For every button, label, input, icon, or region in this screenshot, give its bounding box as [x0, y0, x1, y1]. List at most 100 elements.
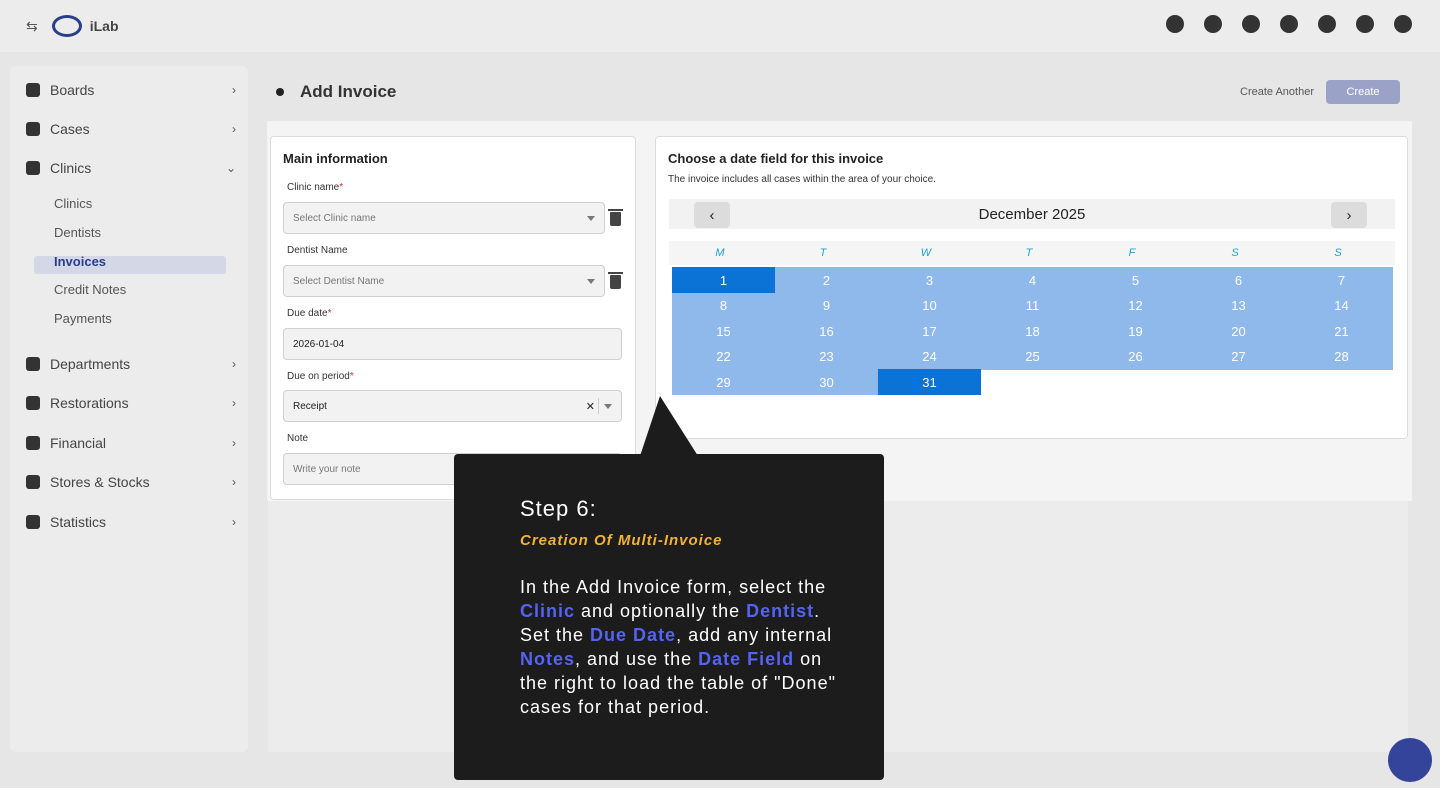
theme-icon[interactable]	[1242, 15, 1260, 33]
weekday-label: S	[1231, 247, 1239, 259]
sidebar-item-label: Financial	[50, 435, 107, 451]
logout-icon[interactable]	[1394, 15, 1412, 33]
tooltip-pointer	[640, 396, 698, 456]
sidebar-item-boards[interactable]: Boards ›	[26, 80, 236, 100]
tooth-icon	[26, 396, 40, 410]
calendar-day[interactable]: 19	[1084, 318, 1187, 345]
calendar-day[interactable]: 4	[981, 267, 1084, 293]
calendar-day[interactable]: 28	[1290, 343, 1393, 370]
sidebar-subitem-credit-notes[interactable]: Credit Notes	[54, 282, 126, 297]
calendar-day[interactable]: 2	[775, 267, 878, 293]
dentist-name-select[interactable]: Select Dentist Name	[283, 265, 605, 297]
calendar-day[interactable]: 13	[1187, 292, 1290, 319]
sidebar-subitem-clinics[interactable]: Clinics	[54, 196, 92, 211]
trash-icon[interactable]	[608, 272, 623, 289]
help-icon[interactable]	[1166, 15, 1184, 33]
calendar-day[interactable]: 12	[1084, 292, 1187, 319]
back-icon[interactable]	[276, 88, 284, 96]
weekday-label: W	[920, 247, 932, 259]
prev-month-button[interactable]: ‹	[694, 202, 730, 228]
due-date-label: Due date*	[287, 308, 332, 319]
calendar-day[interactable]: 26	[1084, 343, 1187, 370]
sidebar-subitem-dentists[interactable]: Dentists	[54, 225, 101, 240]
tooltip-subtitle: Creation Of Multi-Invoice	[520, 532, 723, 549]
sidebar-item-label: Departments	[50, 356, 131, 372]
chart-icon	[26, 515, 40, 529]
link-icon[interactable]	[1280, 15, 1298, 33]
user-icon	[26, 122, 40, 136]
due-date-input[interactable]: 2026-01-04	[283, 328, 622, 360]
sidebar: Boards › Cases › Clinics ⌄ Clinics Dentists…	[10, 66, 248, 752]
calendar-day[interactable]: 14	[1290, 292, 1393, 319]
calendar-day[interactable]: 6	[1187, 267, 1290, 293]
top-icons	[1166, 15, 1412, 33]
top-bar: ⇆ iLab	[0, 0, 1440, 52]
calendar-day[interactable]: 9	[775, 292, 878, 319]
sidebar-subitem-invoices[interactable]: Invoices	[54, 254, 106, 269]
calendar-day[interactable]: 1	[672, 267, 775, 293]
sidebar-item-statistics[interactable]: Statistics ›	[26, 512, 236, 532]
calendar-day[interactable]: 8	[672, 292, 775, 319]
calendar-day[interactable]: 3	[878, 267, 981, 293]
sidebar-item-label: Statistics	[50, 514, 107, 530]
create-button[interactable]: Create	[1326, 80, 1400, 104]
calendar-day[interactable]: 17	[878, 318, 981, 345]
calendar-day[interactable]: 21	[1290, 318, 1393, 345]
chat-icon[interactable]	[1204, 15, 1222, 33]
calendar-day[interactable]: 10	[878, 292, 981, 319]
sidebar-item-stores-stocks[interactable]: Stores & Stocks ›	[26, 472, 236, 492]
next-month-button[interactable]: ›	[1331, 202, 1367, 228]
calendar-day[interactable]: 15	[672, 318, 775, 345]
clinic-name-placeholder: Select Clinic name	[293, 212, 376, 224]
calendar-day[interactable]: 24	[878, 343, 981, 370]
sidebar-item-label: Boards	[50, 82, 95, 98]
calendar-day[interactable]: 23	[775, 343, 878, 370]
chevron-right-icon: ›	[232, 122, 236, 136]
calendar-day[interactable]: 31	[878, 369, 981, 396]
sidebar-item-financial[interactable]: Financial ›	[26, 433, 236, 453]
clinic-icon	[26, 161, 40, 175]
calendar-header: December 2025 ‹ ›	[669, 199, 1395, 229]
sidebar-subitem-payments[interactable]: Payments	[54, 311, 112, 326]
due-period-select[interactable]: Receipt ✕	[283, 390, 622, 422]
calendar-day[interactable]: 25	[981, 343, 1084, 370]
due-period-label-text: Due on period	[287, 371, 350, 382]
sidebar-item-cases[interactable]: Cases ›	[26, 119, 236, 139]
calendar-day[interactable]: 16	[775, 318, 878, 345]
sidebar-item-restorations[interactable]: Restorations ›	[26, 393, 236, 413]
required-mark: *	[327, 308, 332, 319]
menu-toggle-icon[interactable]: ⇆	[26, 18, 38, 35]
main-information-card: Main information Clinic name* Select Cli…	[270, 136, 636, 500]
clinic-name-select[interactable]: Select Clinic name	[283, 202, 605, 234]
calendar-day[interactable]: 22	[672, 343, 775, 370]
sidebar-item-clinics[interactable]: Clinics ⌄	[26, 158, 236, 178]
tooltip-highlight: Due Date	[590, 625, 677, 645]
calendar-day[interactable]: 27	[1187, 343, 1290, 370]
calendar-day[interactable]: 20	[1187, 318, 1290, 345]
calendar-day[interactable]: 18	[981, 318, 1084, 345]
calendar-day[interactable]: 11	[981, 292, 1084, 319]
calendar-day[interactable]: 5	[1084, 267, 1187, 293]
trash-icon[interactable]	[608, 209, 623, 226]
calendar-day[interactable]: 29	[672, 369, 775, 396]
chevron-right-icon: ›	[232, 436, 236, 450]
tooltip-highlight: Dentist	[746, 601, 815, 621]
clear-icon[interactable]: ✕	[586, 400, 595, 413]
create-another-toggle[interactable]: Create Another	[1240, 86, 1314, 98]
note-label: Note	[287, 433, 309, 444]
chevron-right-icon: ›	[232, 515, 236, 529]
sidebar-item-departments[interactable]: Departments ›	[26, 354, 236, 374]
calendar-day[interactable]: 7	[1290, 267, 1393, 293]
dropdown-caret-icon	[604, 404, 612, 409]
calendar-day[interactable]: 30	[775, 369, 878, 396]
chevron-right-icon: ›	[232, 475, 236, 489]
board-icon	[26, 83, 40, 97]
support-chat-button[interactable]	[1388, 738, 1432, 782]
settings-icon[interactable]	[1318, 15, 1336, 33]
required-mark: *	[349, 371, 354, 382]
chevron-right-icon: ›	[232, 357, 236, 371]
notification-icon[interactable]	[1356, 15, 1374, 33]
sidebar-item-label: Clinics	[50, 160, 92, 176]
dollar-icon	[26, 436, 40, 450]
date-field-card: Choose a date field for this invoice The…	[655, 136, 1408, 439]
